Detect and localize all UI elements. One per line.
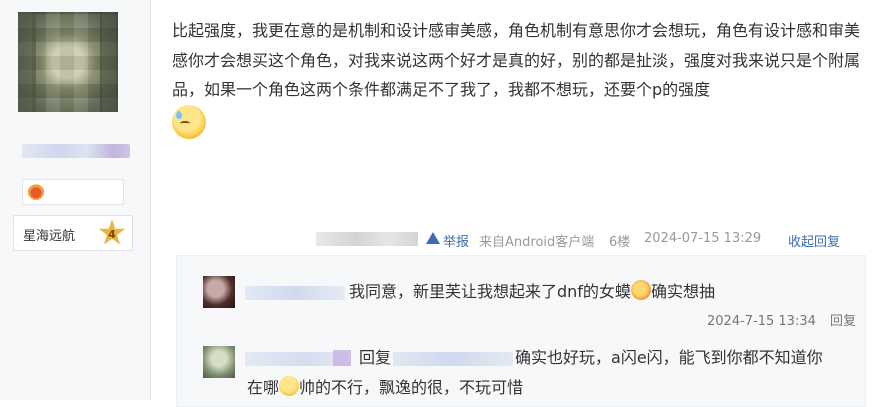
level-number: 4 [108, 228, 116, 241]
flame-badge-icon [28, 184, 44, 200]
level-name: 星海远航 [23, 229, 76, 244]
username-redacted[interactable] [22, 144, 130, 158]
collapse-replies-link[interactable]: 收起回复 [788, 231, 840, 250]
redacted-text [316, 232, 418, 246]
avatar[interactable] [18, 12, 118, 112]
post-content: 比起强度，我更在意的是机制和设计感审美感，角色机制有意思你才会想玩，角色有设计感… [172, 16, 862, 139]
user-panel: 星海远航 4 [0, 0, 151, 400]
reply-text: 在哪 帅的不行，飘逸的很，不玩可惜 [247, 374, 523, 402]
client-source: 来自Android客户端 [479, 235, 595, 250]
post-footer: 举报 来自Android客户端 6楼 2024-07-15 13:29 收起回复 [316, 229, 856, 251]
warning-icon [426, 232, 440, 244]
star-icon: 4 [98, 219, 126, 245]
reply-meta: 2024-7-15 13:34 回复 [707, 310, 856, 329]
reply-text-part: 在哪 [247, 378, 280, 397]
reply-text-part: 帅的不行，飘逸的很，不玩可惜 [299, 378, 524, 397]
post-time: 2024-07-15 13:29 [644, 231, 762, 246]
reply-word: 回复 [359, 348, 392, 367]
reply-text-part: 确实想抽 [650, 282, 715, 301]
user-tag-icon [333, 350, 351, 366]
floor-number: 6楼 [609, 235, 631, 250]
reply-time: 2024-7-15 13:34 [707, 314, 816, 329]
heart-eyes-emoji-icon [630, 280, 651, 300]
user-level[interactable]: 星海远航 4 [13, 215, 133, 251]
reply-avatar[interactable] [203, 276, 235, 308]
replies-panel: 我同意，新里芙让我想起来了dnf的女蟆 确实想抽 2024-7-15 13:34 … [176, 255, 866, 407]
reply-username-redacted[interactable] [245, 286, 345, 300]
reply-avatar[interactable] [203, 346, 235, 378]
smile-emoji-icon [279, 376, 300, 396]
post-text: 比起强度，我更在意的是机制和设计感审美感，角色机制有意思你才会想玩，角色有设计感… [172, 21, 861, 99]
reply-text-part: 确实也好玩，a闪e闪，能飞到你都不知道你 [515, 348, 823, 367]
reply-target-redacted[interactable] [393, 351, 514, 366]
reply-button[interactable]: 回复 [830, 314, 856, 329]
reply-text: 我同意，新里芙让我想起来了dnf的女蟆 确实想抽 [349, 278, 715, 306]
reply-text: 回复 确实也好玩，a闪e闪，能飞到你都不知道你 [359, 344, 823, 372]
reply-text-part: 我同意，新里芙让我想起来了dnf的女蟆 [349, 282, 631, 301]
report-link[interactable]: 举报 [443, 231, 469, 250]
sweat-emoji-icon [172, 104, 206, 139]
user-badge[interactable] [22, 179, 124, 205]
